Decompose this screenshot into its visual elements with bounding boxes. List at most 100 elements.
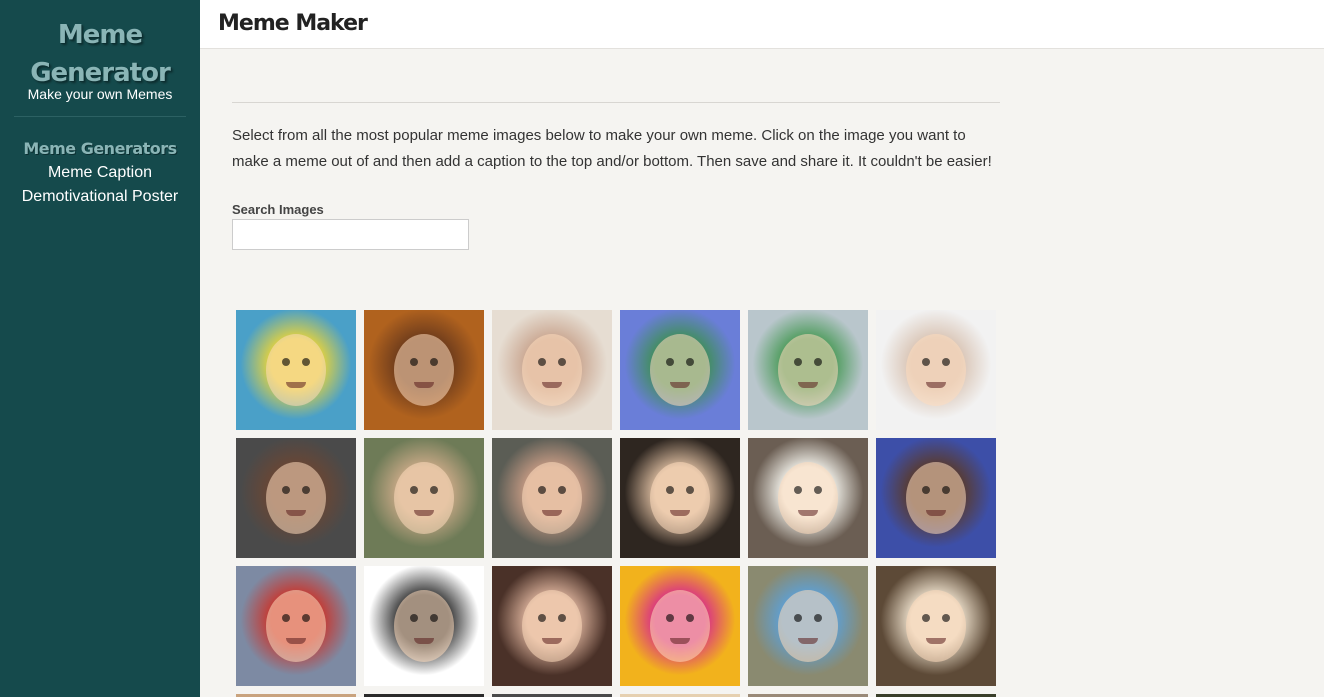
thumbnail-mouth — [286, 510, 306, 516]
site-logo[interactable]: Meme Generator — [0, 16, 200, 92]
thumbnail-mouth — [670, 382, 690, 388]
top-bar: Meme Maker — [200, 0, 1324, 49]
thumbnail-eye-left — [666, 358, 674, 366]
thumbnail-face-shape — [266, 590, 326, 662]
thumbnail-eye-left — [666, 614, 674, 622]
dumb-and-dumber-meme-image[interactable] — [364, 438, 484, 558]
thumbnail-mouth — [798, 382, 818, 388]
thumbnail-eye-right — [302, 358, 310, 366]
content-divider — [232, 102, 1000, 103]
thumbnail-face-shape — [522, 462, 582, 534]
thumbnail-face-shape — [522, 334, 582, 406]
logo-line-1: Meme — [57, 20, 143, 50]
buddy-christ-meme-image[interactable] — [236, 566, 356, 686]
thumbnail-mouth — [286, 638, 306, 644]
thumbnail-eye-left — [538, 358, 546, 366]
sidebar-divider — [14, 116, 186, 117]
thumbnail-eye-left — [410, 486, 418, 494]
site-tagline: Make your own Memes — [27, 86, 173, 102]
nav-link-demotivational-poster[interactable]: Demotivational Poster — [0, 188, 200, 206]
meme-image-grid — [236, 310, 1000, 686]
thumbnail-eye-left — [794, 358, 802, 366]
polar-bear-facepalm-meme-image[interactable] — [876, 566, 996, 686]
thumbnail-face-shape — [778, 590, 838, 662]
thumbnail-face-shape — [650, 334, 710, 406]
thumbnail-eye-left — [538, 486, 546, 494]
thumbnail-eye-left — [282, 614, 290, 622]
thumbnail-eye-right — [430, 614, 438, 622]
thumbnail-mouth — [542, 382, 562, 388]
thumbnail-face-shape — [266, 334, 326, 406]
most-interesting-man-meme-image[interactable] — [620, 438, 740, 558]
success-kid-radial-meme-image[interactable] — [620, 310, 740, 430]
toy-story-everywhere-meme-image[interactable] — [748, 566, 868, 686]
thumbnail-mouth — [926, 510, 946, 516]
thumbnail-eye-right — [942, 486, 950, 494]
thumbnail-face-shape — [266, 462, 326, 534]
nav-link-meme-caption[interactable]: Meme Caption — [0, 164, 200, 182]
thumbnail-eye-right — [814, 614, 822, 622]
skeptical-baby-meme-image[interactable] — [492, 310, 612, 430]
mr-t-meme-image[interactable] — [236, 438, 356, 558]
thumbnail-face-shape — [650, 462, 710, 534]
thumbnail-mouth — [286, 382, 306, 388]
thumbnail-mouth — [926, 382, 946, 388]
thumbnail-eye-right — [558, 486, 566, 494]
nav-section-title: Meme Generators — [23, 139, 177, 158]
thumbnail-face-shape — [778, 462, 838, 534]
thumbnail-eye-left — [410, 614, 418, 622]
thumbnail-face-shape — [650, 590, 710, 662]
skeptical-third-world-kid-meme-image[interactable] — [748, 438, 868, 558]
thumbnail-face-shape — [394, 462, 454, 534]
one-does-not-simply-meme-image[interactable] — [364, 310, 484, 430]
thumbnail-eye-left — [922, 486, 930, 494]
thumbnail-eye-left — [922, 614, 930, 622]
thumbnail-eye-left — [922, 358, 930, 366]
search-input[interactable] — [232, 219, 469, 250]
thumbnail-eye-right — [558, 614, 566, 622]
thumbnail-eye-left — [538, 614, 546, 622]
thumbnail-eye-right — [942, 614, 950, 622]
thumbnail-mouth — [414, 510, 434, 516]
thumbnail-eye-left — [410, 358, 418, 366]
thumbnail-face-shape — [522, 590, 582, 662]
search-label: Search Images — [232, 202, 324, 217]
spongebob-meme-image[interactable] — [236, 310, 356, 430]
thumbnail-eye-left — [282, 358, 290, 366]
thumbnail-face-shape — [906, 590, 966, 662]
thumbnail-face-shape — [394, 590, 454, 662]
thumbnail-eye-right — [302, 614, 310, 622]
thumbnail-mouth — [926, 638, 946, 644]
jimmy-mcmillan-meme-image[interactable] — [876, 438, 996, 558]
thumbnail-eye-right — [686, 358, 694, 366]
thumbnail-mouth — [798, 510, 818, 516]
thumbnail-eye-left — [666, 486, 674, 494]
thumbnail-mouth — [798, 638, 818, 644]
first-world-problems-meme-image[interactable] — [492, 566, 612, 686]
sidebar: Meme Generator Make your own Memes Meme … — [0, 0, 200, 697]
thumbnail-eye-right — [686, 486, 694, 494]
thumbnail-eye-left — [282, 486, 290, 494]
thumbnail-eye-right — [558, 358, 566, 366]
thumbnail-eye-right — [814, 486, 822, 494]
thumbnail-face-shape — [778, 334, 838, 406]
thumbnail-eye-right — [430, 358, 438, 366]
thumbnail-eye-left — [794, 614, 802, 622]
thumbnail-mouth — [542, 638, 562, 644]
success-kid-beach-meme-image[interactable] — [748, 310, 868, 430]
thumbnail-face-shape — [394, 334, 454, 406]
thumbnail-mouth — [414, 638, 434, 644]
table-flip-rage-comic-image[interactable] — [364, 566, 484, 686]
toothless-guys-meme-image[interactable] — [492, 438, 612, 558]
thumbnail-eye-right — [686, 614, 694, 622]
thumbnail-face-shape — [906, 334, 966, 406]
ryan-gosling-meme-image[interactable] — [876, 310, 996, 430]
thumbnail-eye-right — [430, 486, 438, 494]
thumbnail-face-shape — [906, 462, 966, 534]
intro-text: Select from all the most popular meme im… — [232, 127, 992, 170]
page-title: Meme Maker — [218, 11, 368, 36]
thumbnail-mouth — [670, 638, 690, 644]
thumbnail-eye-left — [794, 486, 802, 494]
thumbnail-mouth — [670, 510, 690, 516]
all-the-things-meme-image[interactable] — [620, 566, 740, 686]
